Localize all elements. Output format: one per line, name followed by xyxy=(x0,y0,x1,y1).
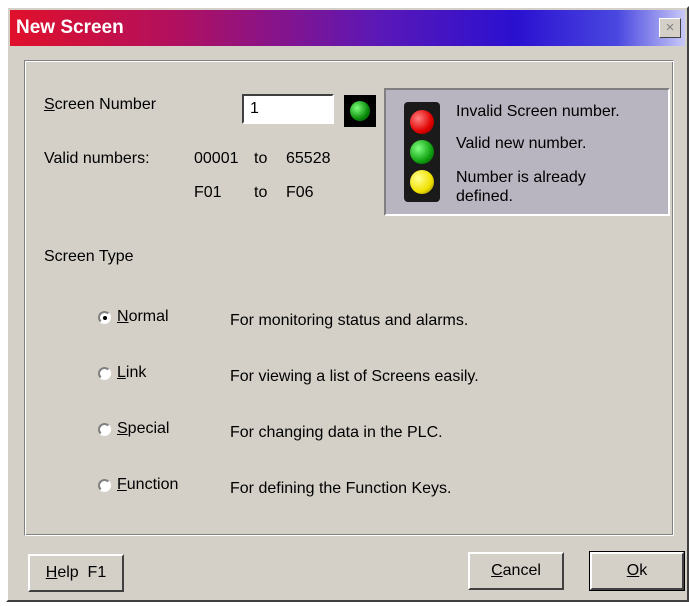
close-icon: × xyxy=(665,19,675,36)
status-legend-panel: Invalid Screen number. Valid new number.… xyxy=(384,88,670,216)
radio-link[interactable]: Link xyxy=(98,364,146,382)
radio-button[interactable] xyxy=(98,310,111,324)
close-button[interactable]: × xyxy=(659,18,681,38)
new-screen-dialog: New Screen × Screen Number Valid numbers… xyxy=(6,6,689,602)
radio-button[interactable] xyxy=(98,366,111,380)
range1-from: 00001 xyxy=(194,150,239,167)
legend-defined: Number is already defined. xyxy=(456,169,586,205)
radio-special[interactable]: Special xyxy=(98,420,169,438)
window-title: New Screen xyxy=(16,17,124,38)
legend-valid: Valid new number. xyxy=(456,135,587,152)
yellow-light-icon xyxy=(410,170,434,194)
special-description: For changing data in the PLC. xyxy=(230,424,443,441)
radio-button[interactable] xyxy=(98,422,111,436)
title-bar[interactable]: New Screen × xyxy=(10,10,685,46)
legend-invalid: Invalid Screen number. xyxy=(456,103,620,120)
radio-function[interactable]: Function xyxy=(98,476,178,494)
ok-button[interactable]: Ok xyxy=(589,551,685,591)
traffic-light-icon xyxy=(404,102,440,202)
valid-numbers-label: Valid numbers: xyxy=(44,150,150,167)
range2-to-word: to xyxy=(254,184,268,201)
radio-button[interactable] xyxy=(98,478,111,492)
range2-from: F01 xyxy=(194,184,222,201)
range1-to-word: to xyxy=(254,150,268,167)
function-description: For defining the Function Keys. xyxy=(230,480,452,497)
green-led-icon xyxy=(350,101,370,121)
normal-description: For monitoring status and alarms. xyxy=(230,312,469,329)
radio-normal[interactable]: Normal xyxy=(98,308,169,326)
link-description: For viewing a list of Screens easily. xyxy=(230,368,479,385)
help-button[interactable]: Help F1 xyxy=(28,554,124,592)
red-light-icon xyxy=(410,110,434,134)
cancel-button[interactable]: Cancel xyxy=(468,552,564,590)
screen-number-input[interactable] xyxy=(242,94,334,124)
screen-number-label: Screen Number xyxy=(44,96,157,113)
number-status-indicator xyxy=(344,95,376,127)
screen-type-label: Screen Type xyxy=(44,248,134,265)
green-light-icon xyxy=(410,140,434,164)
range2-to: F06 xyxy=(286,184,314,201)
range1-to: 65528 xyxy=(286,150,331,167)
